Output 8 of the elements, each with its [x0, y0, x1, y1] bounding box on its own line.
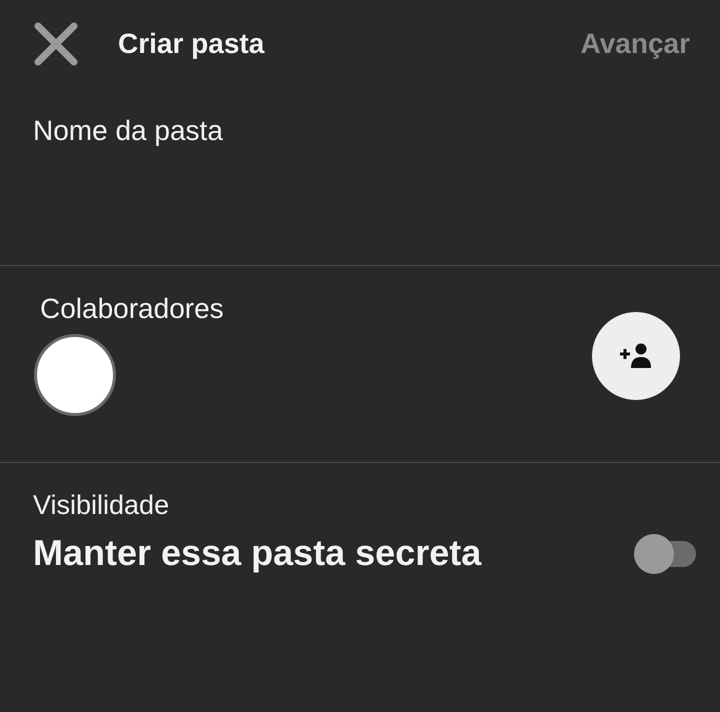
screen-title: Criar pasta: [118, 27, 264, 61]
section-label: Colaboradores: [39, 292, 225, 326]
close-icon: [33, 21, 79, 67]
secret-toggle[interactable]: [634, 532, 698, 572]
add-person-icon: [619, 343, 653, 369]
folder-name-field[interactable]: Nome da pasta: [0, 88, 720, 266]
setting-label: Manter essa pasta secreta: [33, 530, 482, 574]
section-label: Visibilidade: [32, 489, 170, 522]
